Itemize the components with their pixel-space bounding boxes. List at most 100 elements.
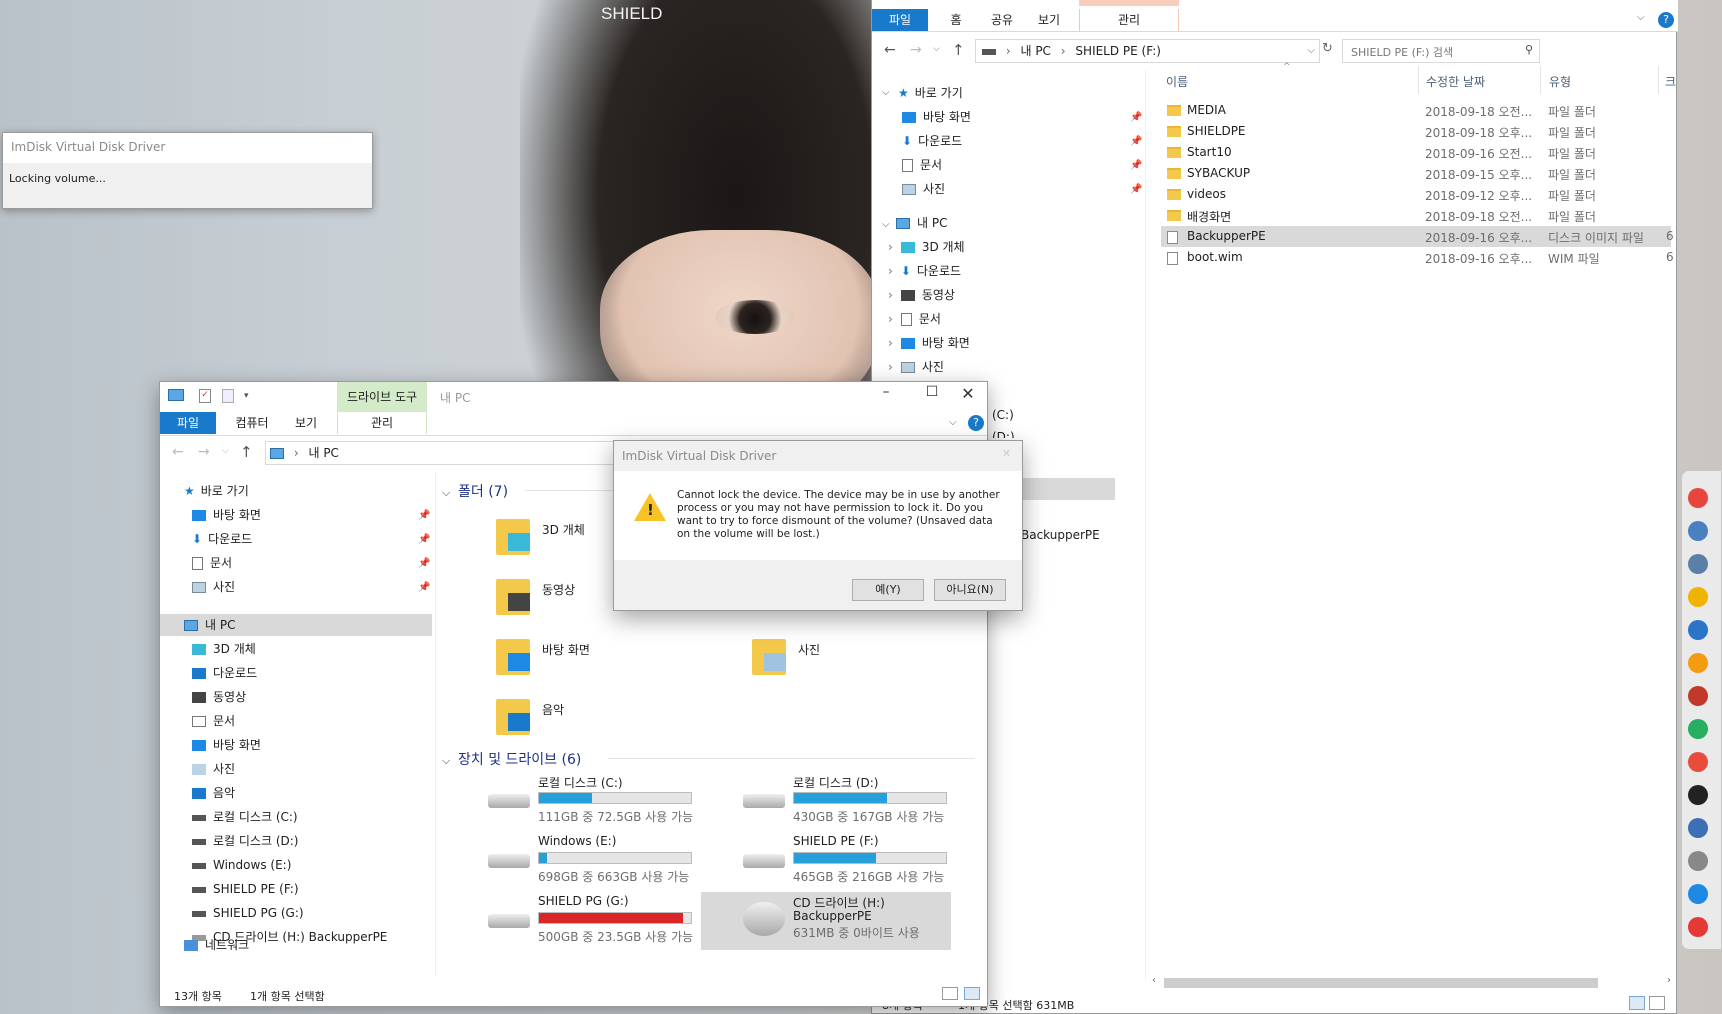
nav-pc-item[interactable]: SHIELD PE (F:) [192,878,299,900]
folder-icon[interactable] [1688,521,1708,541]
help-icon[interactable]: ? [1658,12,1674,28]
nav-documents[interactable]: 문서 [192,552,232,574]
column-size[interactable]: 크 [1665,73,1676,90]
nav-pictures[interactable]: 사진 [192,576,235,598]
ribbon-expand-icon[interactable]: ⌵ [949,417,957,428]
file-row[interactable]: BackupperPE 2018-09-16 오후... 디스크 이미지 파일 6 [1161,226,1674,247]
app-icon[interactable] [1688,686,1708,706]
drive-item[interactable]: 로컬 디스크 (D:) 430GB 중 167GB 사용 가능 [741,772,971,830]
nav-pictures[interactable]: 사진 [902,178,945,200]
drives-group-header[interactable]: 장치 및 드라이브 (6) [458,749,581,769]
nav-pc-item[interactable]: 문서 [192,710,235,732]
nav-partial-d[interactable]: (D:) [992,426,1015,438]
qat-newfolder-icon[interactable] [222,389,234,403]
file-row[interactable]: 배경화면 2018-09-18 오전... 파일 폴더 [1161,205,1671,226]
app-icon[interactable] [1688,785,1708,805]
close-button[interactable]: ✕ [950,384,986,410]
folder-item[interactable]: 사진 [752,635,952,685]
nav-network[interactable]: 네트워크 [184,934,249,956]
large-icons-view-icon[interactable] [1649,996,1665,1010]
folder-item[interactable]: 바탕 화면 [496,635,696,685]
drive-item[interactable]: CD 드라이브 (H:) BackupperPE 631MB 중 0바이트 사용 [701,892,951,950]
chrome-icon[interactable] [1688,488,1708,508]
file-row[interactable]: Start10 2018-09-16 오전... 파일 폴더 [1161,142,1671,163]
tab-share[interactable]: 공유 [982,9,1022,31]
forward-button[interactable]: → [198,444,210,460]
drive-item[interactable]: SHIELD PE (F:) 465GB 중 216GB 사용 가능 [741,832,971,890]
chevron-right-icon[interactable]: › [888,240,893,254]
nav-partial-backupper[interactable]: BackupperPE [1021,524,1100,546]
tab-manage[interactable]: 관리 [337,412,427,434]
tab-file[interactable]: 파일 [872,9,928,31]
ribbon-expand-icon[interactable]: ⌵ [1637,12,1645,23]
qat-dropdown-icon[interactable]: ▾ [244,391,249,401]
nav-pc-item[interactable]: 3D 개체 [192,638,256,660]
nav-pc-item[interactable]: 동영상 [192,686,246,708]
column-name[interactable]: 이름 [1166,73,1188,90]
horizontal-scrollbar[interactable] [1164,978,1598,988]
file-row[interactable]: SYBACKUP 2018-09-15 오후... 파일 폴더 [1161,163,1671,184]
nav-3d-objects[interactable]: › 3D 개체 [888,236,965,258]
nav-downloads[interactable]: ⬇ 다운로드 [192,528,252,550]
nav-videos[interactable]: › 동영상 [888,284,955,306]
this-pc-chevron-icon[interactable]: ⌵ [882,219,890,230]
nav-pc-documents[interactable]: › 문서 [888,308,941,330]
app-icon[interactable] [1688,884,1708,904]
nav-pc-item[interactable]: 바탕 화면 [192,734,261,756]
breadcrumb-drive[interactable]: SHIELD PE (F:) [1075,44,1161,58]
no-button[interactable]: 아니요(N) [934,579,1006,601]
app-icon[interactable] [1688,752,1708,772]
column-date[interactable]: 수정한 날짜 [1426,73,1485,90]
search-box[interactable]: SHIELD PE (F:) 검색 ⚲ [1342,39,1540,63]
file-row[interactable]: SHIELDPE 2018-09-18 오후... 파일 폴더 [1161,121,1671,142]
up-button[interactable]: ↑ [952,41,965,59]
nav-pc-item[interactable]: 로컬 디스크 (D:) [192,830,298,852]
nav-pc-item[interactable]: Windows (E:) [192,854,291,876]
dialog-close-button[interactable]: ✕ [1002,447,1011,460]
up-button[interactable]: ↑ [240,443,253,461]
back-button[interactable]: ← [884,42,896,58]
scroll-right-icon[interactable]: › [1667,975,1671,986]
drive-item[interactable]: 로컬 디스크 (C:) 111GB 중 72.5GB 사용 가능 [486,772,716,830]
tab-view[interactable]: 보기 [1029,9,1069,31]
nav-this-pc[interactable]: 내 PC [184,614,235,636]
nav-pc-desktop[interactable]: › 바탕 화면 [888,332,970,354]
app-icon[interactable] [1688,620,1708,640]
details-view-icon[interactable] [1629,996,1645,1010]
minimize-button[interactable]: – [863,384,909,410]
quick-access-chevron-icon[interactable]: ⌵ [882,87,890,98]
nav-downloads[interactable]: ⬇ 다운로드 [902,130,962,152]
nav-pc-item[interactable]: SHIELD PG (G:) [192,902,304,924]
tab-computer[interactable]: 컴퓨터 [224,412,280,434]
forward-button[interactable]: → [910,42,922,58]
file-row[interactable]: MEDIA 2018-09-18 오전... 파일 폴더 [1161,100,1671,121]
column-type[interactable]: 유형 [1549,73,1571,90]
folders-group-header[interactable]: 폴더 (7) [458,481,508,501]
folder-icon[interactable] [1688,554,1708,574]
maximize-button[interactable]: ☐ [909,384,955,410]
nav-partial-c[interactable]: (C:) [992,404,1014,426]
large-icons-view-icon[interactable] [964,987,980,1000]
nav-documents[interactable]: 문서 [902,154,942,176]
drive-item[interactable]: Windows (E:) 698GB 중 663GB 사용 가능 [486,832,716,890]
scroll-left-icon[interactable]: ‹ [1152,975,1156,986]
address-dropdown-icon[interactable]: ⌵ [1307,40,1315,62]
chevron-right-icon[interactable]: › [888,264,893,278]
file-row[interactable]: videos 2018-09-12 오후... 파일 폴더 [1161,184,1671,205]
nav-pc-item[interactable]: 음악 [192,782,235,804]
yes-button[interactable]: 예(Y) [852,579,924,601]
recent-dropdown-icon[interactable]: ⌵ [933,44,940,54]
search-input[interactable]: SHIELD PE (F:) 검색 [1351,44,1453,60]
qat-properties-icon[interactable]: ✓ [199,389,211,403]
monitor-icon[interactable] [1688,818,1708,838]
folder-item[interactable]: 음악 [496,695,696,745]
app-icon[interactable] [1688,587,1708,607]
nav-quick-access[interactable]: ★ 바로 가기 [898,82,963,104]
nav-desktop[interactable]: 바탕 화면 [902,106,971,128]
nav-pc-item[interactable]: 로컬 디스크 (C:) [192,806,298,828]
details-view-icon[interactable] [942,987,958,1000]
refresh-button[interactable]: ↻ [1322,41,1333,56]
player-icon[interactable] [1688,653,1708,673]
back-button[interactable]: ← [172,444,184,460]
nav-pc-downloads[interactable]: › ⬇ 다운로드 [888,260,961,282]
